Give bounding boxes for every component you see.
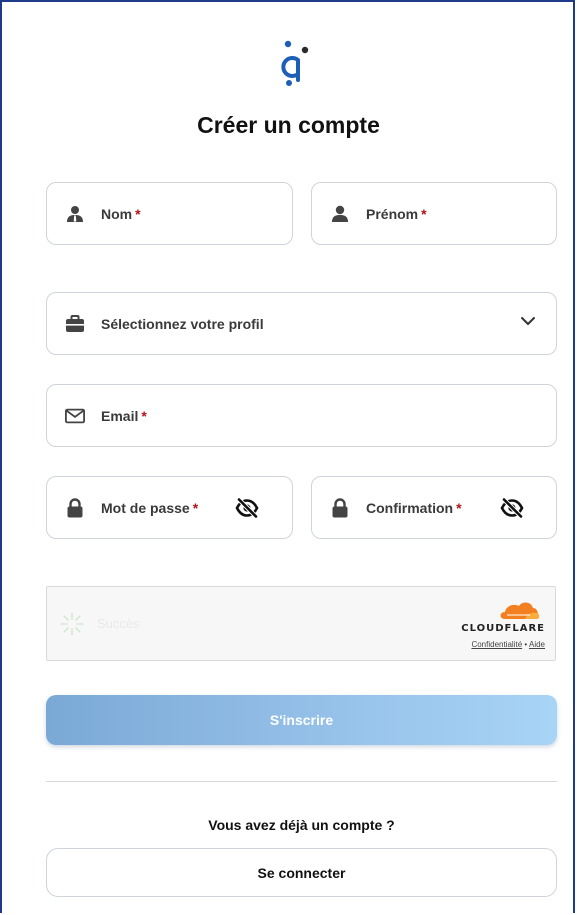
prenom-label: Prénom xyxy=(366,205,419,222)
confirmation-field[interactable]: Confirmation * xyxy=(311,476,557,539)
eye-slash-icon[interactable] xyxy=(500,496,524,520)
help-link[interactable]: Aide xyxy=(529,640,545,649)
profile-select-label: Sélectionnez votre profil xyxy=(101,315,264,332)
briefcase-icon xyxy=(65,314,85,334)
confirmation-label: Confirmation xyxy=(366,499,454,516)
captcha-status: Succès xyxy=(97,616,140,631)
profile-select[interactable]: Sélectionnez votre profil xyxy=(46,292,557,355)
envelope-icon xyxy=(65,406,85,426)
prenom-field[interactable]: Prénom * xyxy=(311,182,557,245)
password-label: Mot de passe xyxy=(101,499,190,516)
chevron-down-icon xyxy=(521,317,535,325)
signup-button[interactable]: S'inscrire xyxy=(46,695,557,745)
already-account-text: Vous avez déjà un compte ? xyxy=(208,817,395,833)
link-separator: • xyxy=(524,640,528,649)
eye-slash-icon[interactable] xyxy=(235,496,259,520)
required-marker: * xyxy=(141,407,147,424)
required-marker: * xyxy=(421,205,427,222)
page-title: Créer un compte xyxy=(197,112,380,138)
cloudflare-captcha[interactable]: Succès CLOUDFLARE Confidentialité • Aide xyxy=(46,586,556,661)
cloudflare-logo-icon xyxy=(500,602,540,619)
nom-label: Nom xyxy=(101,205,133,222)
nom-field[interactable]: Nom * xyxy=(46,182,293,245)
lock-icon xyxy=(330,497,350,518)
email-label: Email xyxy=(101,407,139,424)
email-field[interactable]: Email * xyxy=(46,384,557,447)
login-button[interactable]: Se connecter xyxy=(46,848,557,897)
required-marker: * xyxy=(456,499,462,516)
user-tie-icon xyxy=(65,204,85,224)
cloudflare-brand: CLOUDFLARE xyxy=(461,623,545,634)
app-logo xyxy=(281,40,309,86)
lock-icon xyxy=(65,497,85,518)
privacy-link[interactable]: Confidentialité xyxy=(471,640,522,649)
required-marker: * xyxy=(135,205,141,222)
spinner-icon xyxy=(60,612,84,636)
divider xyxy=(46,781,557,782)
captcha-links: Confidentialité • Aide xyxy=(471,640,545,649)
password-field[interactable]: Mot de passe * xyxy=(46,476,293,539)
user-icon xyxy=(330,204,350,224)
required-marker: * xyxy=(192,499,199,516)
